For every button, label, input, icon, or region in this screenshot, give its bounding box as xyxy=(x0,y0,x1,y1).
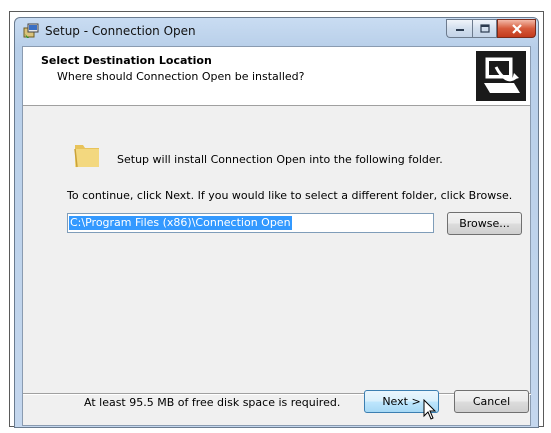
close-icon xyxy=(511,23,522,34)
maximize-icon xyxy=(479,24,490,33)
title-bar[interactable]: Setup - Connection Open xyxy=(15,18,538,46)
mouse-pointer-icon xyxy=(423,399,437,420)
disk-space-message: At least 95.5 MB of free disk space is r… xyxy=(84,396,341,409)
minimize-icon xyxy=(455,28,464,31)
window-title: Setup - Connection Open xyxy=(45,24,196,38)
dialog-client-area: Select Destination Location Where should… xyxy=(22,46,531,426)
install-message: Setup will install Connection Open into … xyxy=(117,153,443,166)
header-panel: Select Destination Location Where should… xyxy=(23,47,530,106)
cancel-button[interactable]: Cancel xyxy=(454,390,529,413)
header-subtitle: Where should Connection Open be installe… xyxy=(57,70,305,83)
continue-message: To continue, click Next. If you would li… xyxy=(67,189,513,202)
browse-button[interactable]: Browse... xyxy=(447,212,522,235)
minimize-button[interactable] xyxy=(446,19,472,38)
close-button[interactable] xyxy=(497,19,536,38)
setup-window: Setup - Connection Open Select Destinati… xyxy=(14,17,539,428)
maximize-button[interactable] xyxy=(472,19,497,38)
computer-install-icon xyxy=(476,51,526,101)
header-title: Select Destination Location xyxy=(41,54,212,67)
folder-icon xyxy=(74,145,99,168)
destination-path-value[interactable]: C:\Program Files (x86)\Connection Open xyxy=(69,216,292,230)
setup-installer-icon xyxy=(23,23,39,38)
